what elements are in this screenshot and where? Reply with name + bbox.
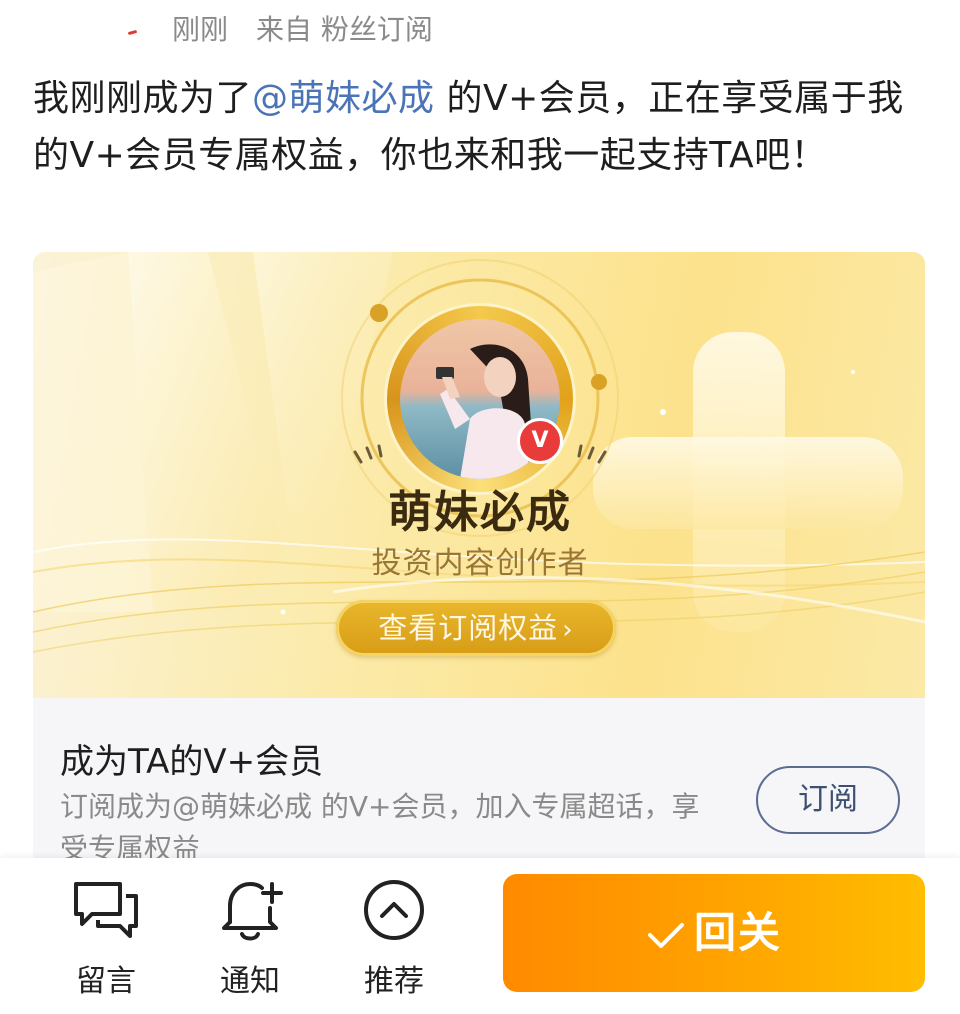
post-time: 刚刚	[172, 13, 229, 46]
mention-link[interactable]: @萌妹必成	[252, 78, 435, 119]
checkmark-icon	[647, 922, 684, 948]
chevron-up-circle-icon	[364, 880, 424, 940]
notify-label: 通知	[220, 964, 280, 999]
view-benefits-button[interactable]: 查看订阅权益 ›	[336, 600, 616, 656]
chevron-right-icon: ›	[562, 615, 574, 645]
source-mark-icon	[127, 29, 138, 36]
bell-plus-icon	[222, 881, 283, 941]
follow-back-button[interactable]: 回关	[503, 874, 925, 992]
post-text-start: 我刚刚成为了	[33, 78, 253, 119]
comment-label: 留言	[76, 964, 136, 999]
comment-button[interactable]: 留言	[56, 878, 156, 1000]
speech-bubbles-icon	[74, 882, 138, 938]
post-source[interactable]: 来自 粉丝订阅	[256, 8, 433, 48]
recommend-label: 推荐	[364, 964, 424, 999]
v-member-badge-icon: V	[517, 418, 563, 464]
creator-role: 投资内容创作者	[371, 546, 589, 581]
notify-button[interactable]: 通知	[200, 878, 300, 1000]
creator-name[interactable]: 萌妹必成	[280, 476, 680, 540]
post-text: 我刚刚成为了@萌妹必成 的V+会员，正在享受属于我的V+会员专属权益，你也来和我…	[33, 70, 913, 184]
subscribe-title: 成为TA的V+会员	[60, 742, 324, 782]
follow-back-label: 回关	[693, 908, 782, 957]
recommend-button[interactable]: 推荐	[344, 878, 444, 1000]
subscribe-button[interactable]: 订阅	[756, 766, 900, 834]
view-benefits-label: 查看订阅权益	[378, 611, 559, 645]
post-meta: 刚刚 来自 粉丝订阅	[0, 0, 960, 50]
